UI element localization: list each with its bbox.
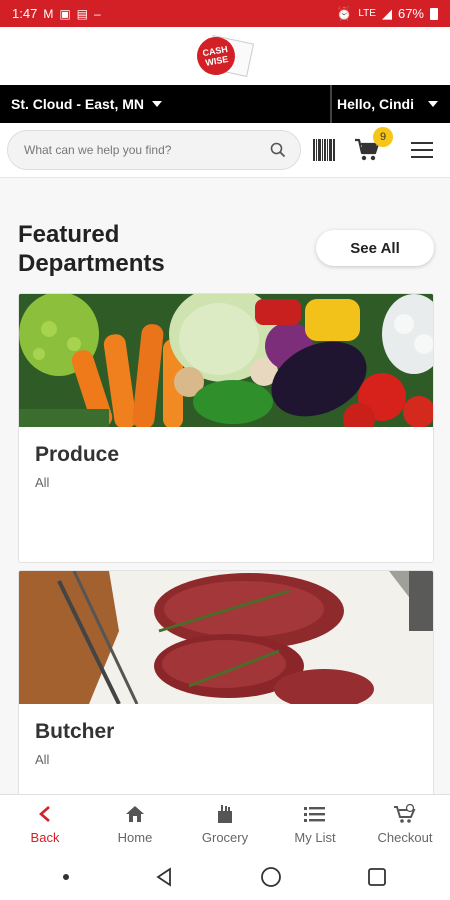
greeting: Hello, Cindi bbox=[337, 96, 414, 112]
butcher-image bbox=[19, 571, 433, 704]
battery-icon bbox=[430, 7, 438, 20]
department-card-produce[interactable]: Produce All bbox=[18, 293, 434, 563]
card-subtitle: All bbox=[35, 475, 50, 490]
nav-grocery[interactable]: Grocery bbox=[180, 795, 270, 854]
nav-home[interactable]: Home bbox=[90, 795, 180, 854]
card-title: Produce bbox=[35, 443, 120, 466]
featured-header: Featured Departments See All bbox=[18, 220, 434, 278]
account-menu[interactable]: Hello, Cindi bbox=[330, 85, 450, 123]
nav-label: Grocery bbox=[201, 830, 249, 845]
bottom-nav: Back Home Grocery My List Checkout bbox=[0, 794, 450, 854]
grocery-bag-icon bbox=[216, 804, 234, 824]
chevron-left-icon bbox=[38, 804, 52, 824]
message-notification-icon: ▤ bbox=[76, 6, 88, 21]
cart-button[interactable]: 9 bbox=[353, 127, 393, 163]
app-header: CASH WISE bbox=[0, 27, 450, 85]
android-nav-bar bbox=[0, 854, 450, 900]
nav-my-list[interactable]: My List bbox=[270, 795, 360, 854]
store-name: St. Cloud - East, MN bbox=[11, 96, 144, 112]
produce-image bbox=[19, 294, 433, 427]
signal-icon: ◢ bbox=[381, 5, 392, 21]
department-card-butcher[interactable]: Butcher All bbox=[18, 570, 434, 794]
main-content: Featured Departments See All Produce All… bbox=[0, 178, 450, 794]
recents-square-icon[interactable] bbox=[367, 867, 387, 887]
nav-back[interactable]: Back bbox=[0, 795, 90, 854]
battery-percent: 67% bbox=[397, 6, 424, 21]
hamburger-menu-icon[interactable] bbox=[411, 142, 433, 158]
card-subtitle: All bbox=[35, 752, 50, 767]
lte-signal-icon: LTE bbox=[358, 8, 376, 19]
store-selector[interactable]: St. Cloud - East, MN bbox=[0, 85, 330, 123]
barcode-scan-icon[interactable] bbox=[313, 139, 337, 161]
home-icon bbox=[125, 804, 145, 824]
section-title: Featured Departments bbox=[18, 221, 165, 277]
nav-label: My List bbox=[294, 830, 336, 845]
status-bar: 1:47 M ▣ ▤ – ⏰ LTE ◢ 67% bbox=[0, 0, 450, 27]
minus-notification-icon: – bbox=[94, 6, 101, 21]
nav-label: Back bbox=[30, 830, 60, 845]
alarm-icon: ⏰ bbox=[336, 5, 353, 21]
chevron-down-icon bbox=[428, 101, 438, 107]
cart-check-icon bbox=[393, 804, 417, 824]
search-box bbox=[7, 130, 301, 170]
back-triangle-icon[interactable] bbox=[154, 867, 174, 887]
image-notification-icon: ▣ bbox=[59, 6, 71, 21]
cash-wise-logo[interactable]: CASH WISE bbox=[193, 33, 255, 79]
search-icon[interactable] bbox=[270, 142, 286, 158]
cart-count-badge: 9 bbox=[373, 127, 393, 147]
search-row: 9 bbox=[0, 123, 450, 178]
card-title: Butcher bbox=[35, 720, 115, 743]
list-icon bbox=[304, 804, 326, 824]
chevron-down-icon bbox=[152, 101, 162, 107]
nav-checkout[interactable]: Checkout bbox=[360, 795, 450, 854]
nav-label: Checkout bbox=[377, 830, 433, 845]
see-all-button[interactable]: See All bbox=[316, 230, 434, 266]
home-circle-icon[interactable] bbox=[260, 866, 282, 888]
location-bar: St. Cloud - East, MN Hello, Cindi bbox=[0, 85, 450, 123]
search-input[interactable] bbox=[24, 143, 270, 157]
recent-dot-icon[interactable] bbox=[62, 874, 69, 880]
nav-label: Home bbox=[117, 830, 153, 845]
mcdonalds-notification-icon: M bbox=[43, 6, 54, 21]
status-time: 1:47 bbox=[12, 6, 38, 21]
